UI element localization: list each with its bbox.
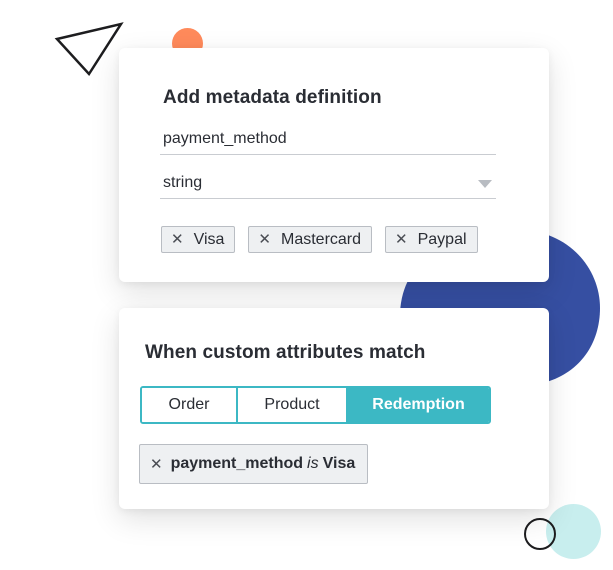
metadata-definition-card: Add metadata definition payment_method s…	[119, 48, 549, 282]
illustration-stage: Add metadata definition payment_method s…	[0, 0, 613, 570]
condition-attribute: payment_method	[170, 455, 304, 472]
metadata-name-value: payment_method	[163, 130, 287, 147]
metadata-type-select[interactable]: string	[160, 174, 496, 199]
condition-value: Visa	[322, 455, 356, 472]
segment-order[interactable]: Order	[142, 388, 236, 422]
triangle-outline-decoration	[54, 20, 126, 78]
chip-visa: ✕ Visa	[161, 226, 236, 253]
custom-attributes-card: When custom attributes match Order Produ…	[119, 308, 549, 509]
chevron-down-icon[interactable]	[478, 180, 492, 188]
close-icon[interactable]: ✕	[258, 232, 271, 247]
chip-label: Mastercard	[281, 230, 362, 248]
rules-card-title: When custom attributes match	[145, 342, 426, 363]
chip-mastercard: ✕ Mastercard	[248, 226, 373, 253]
allowed-values-chips: ✕ Visa ✕ Mastercard ✕ Paypal	[161, 226, 478, 253]
chip-paypal: ✕ Paypal	[385, 226, 478, 253]
segment-redemption[interactable]: Redemption	[346, 388, 489, 422]
metadata-card-title: Add metadata definition	[163, 87, 382, 108]
black-ring-decoration	[524, 518, 556, 550]
close-icon[interactable]: ✕	[171, 232, 184, 247]
chip-label: Visa	[193, 230, 225, 248]
close-icon[interactable]: ✕	[150, 455, 163, 473]
condition-chip: ✕ payment_method is Visa	[139, 444, 369, 484]
segment-product[interactable]: Product	[236, 388, 346, 422]
metadata-type-value: string	[163, 174, 203, 191]
close-icon[interactable]: ✕	[395, 232, 408, 247]
metadata-name-field[interactable]: payment_method	[160, 130, 496, 155]
condition-operator: is	[307, 455, 319, 472]
chip-label: Paypal	[417, 230, 467, 248]
attribute-scope-segmented-control: Order Product Redemption	[140, 386, 491, 424]
